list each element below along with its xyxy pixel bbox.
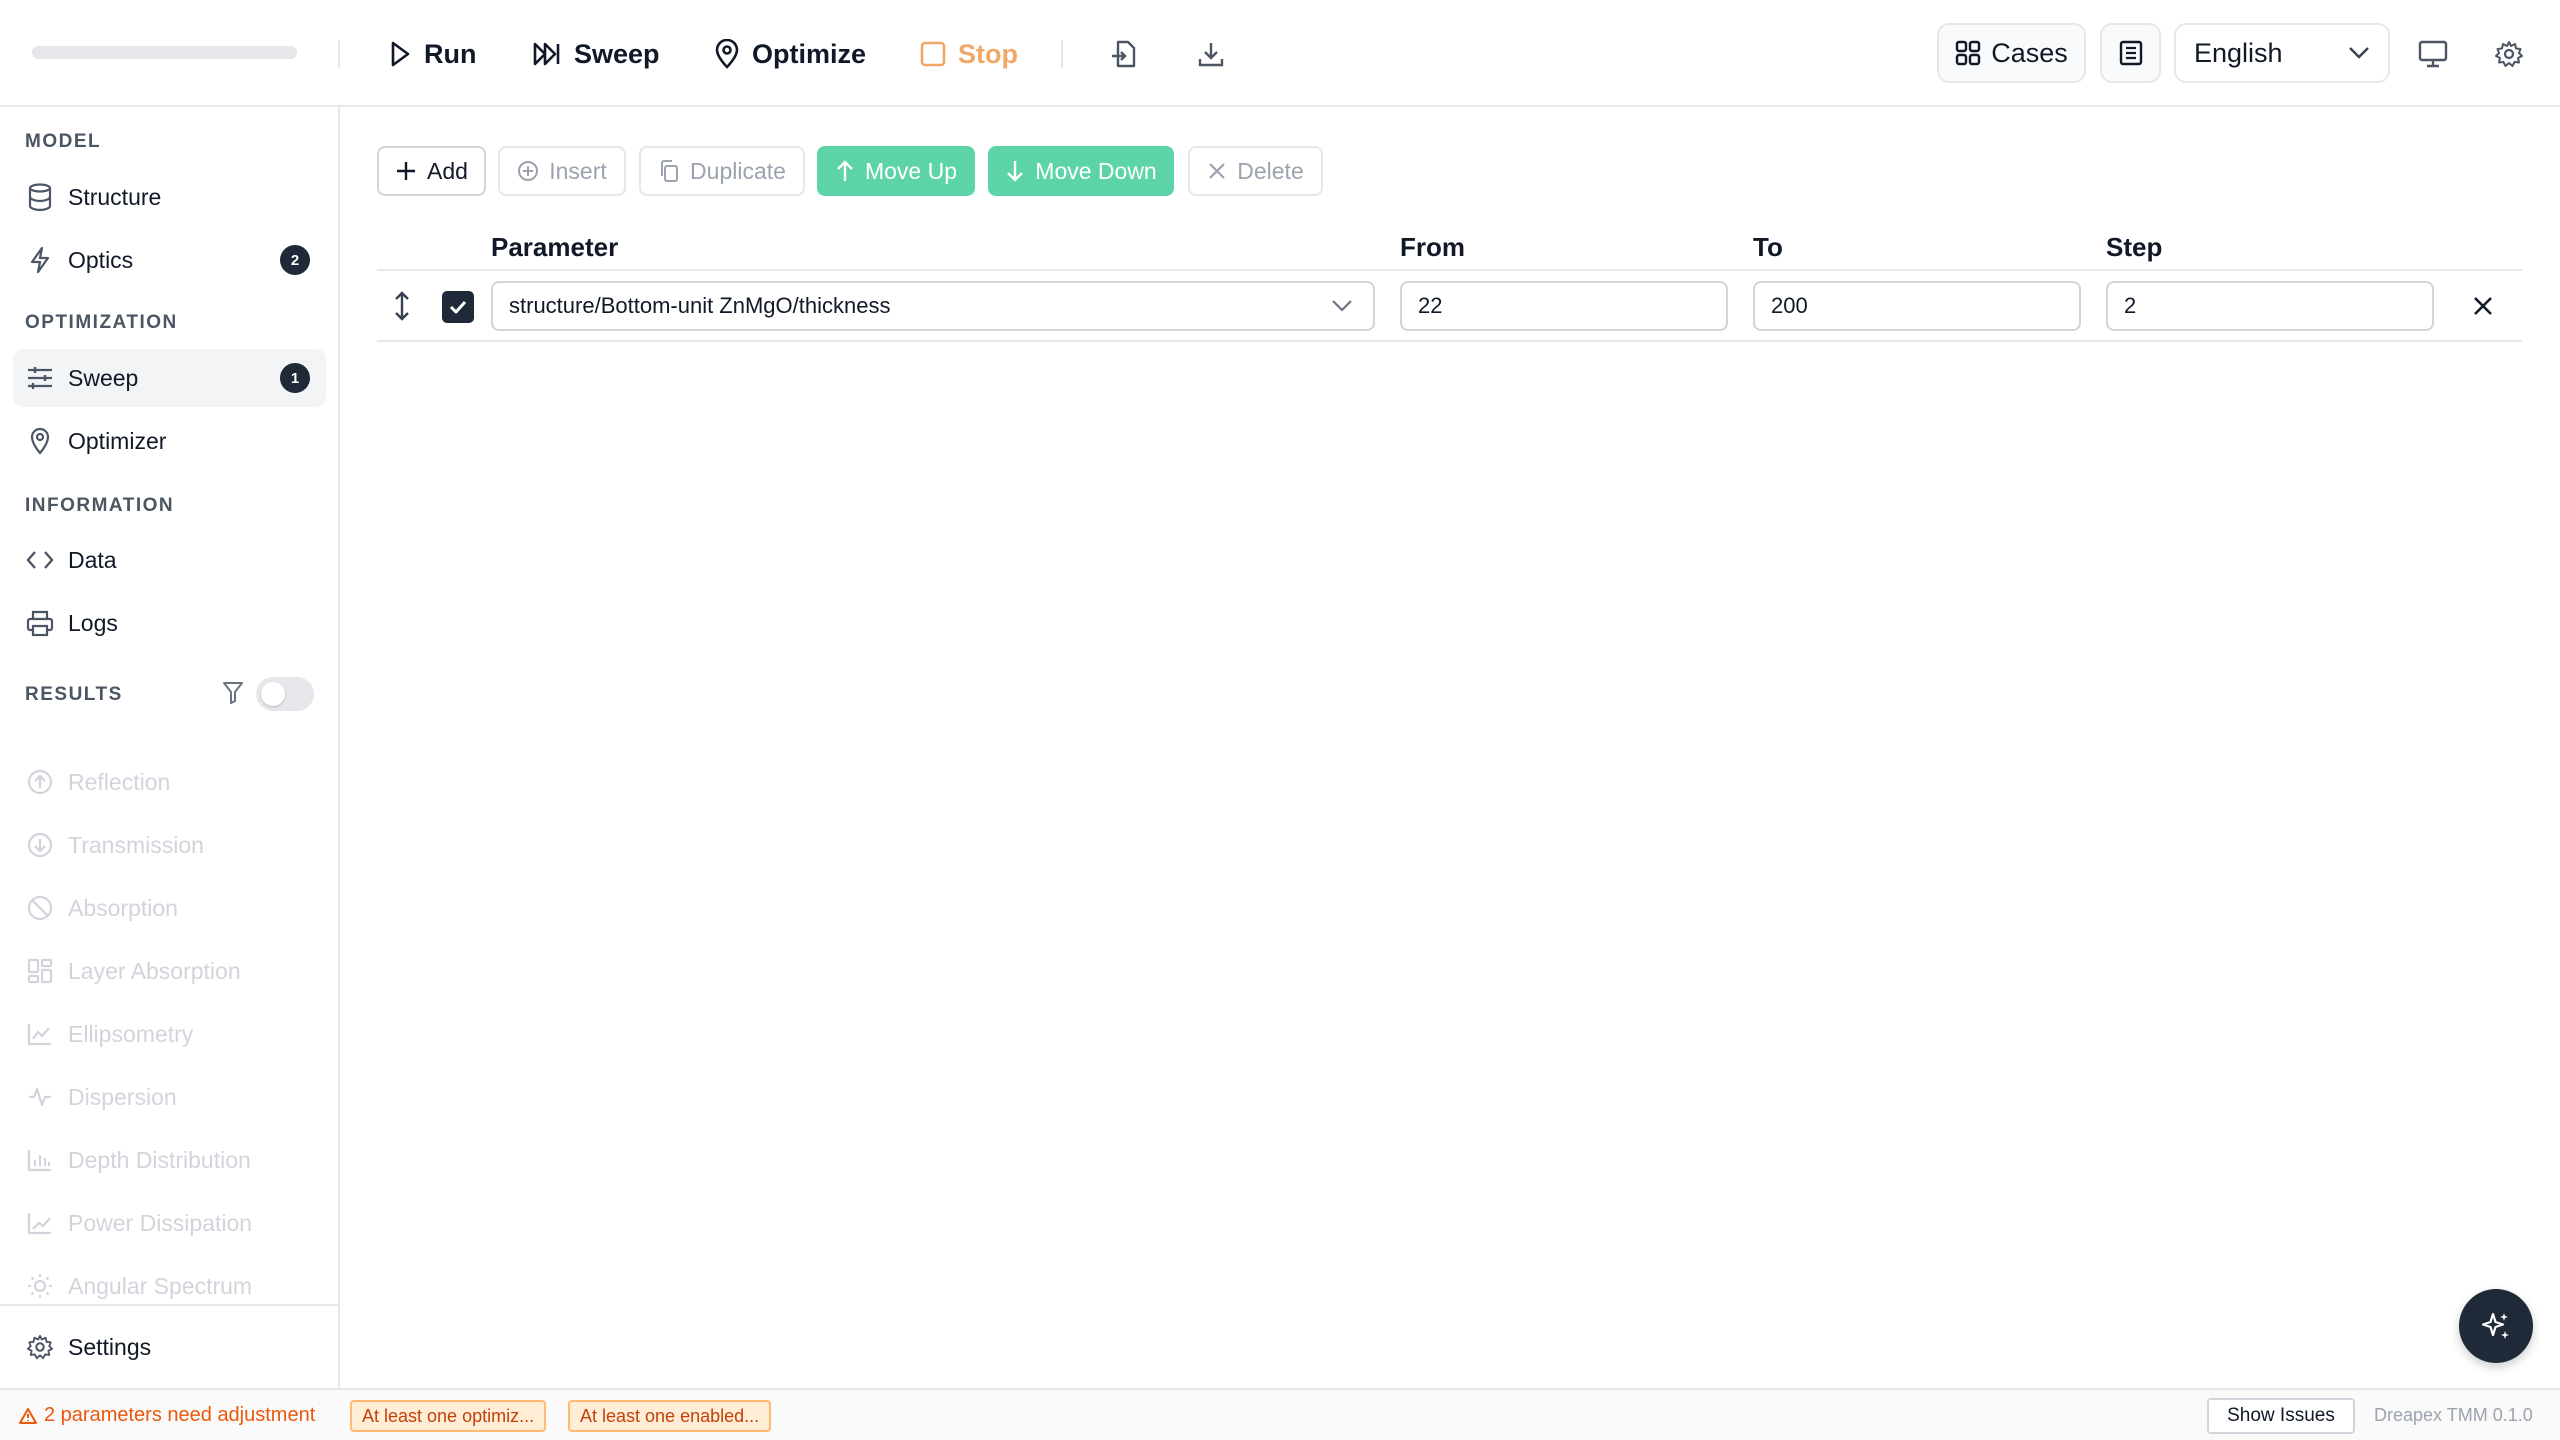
section-title-optimization: OPTIMIZATION bbox=[25, 312, 178, 333]
activity-icon bbox=[26, 1083, 54, 1111]
sidebar-item-sweep[interactable]: Sweep 1 bbox=[13, 349, 326, 407]
plus-circle-icon bbox=[517, 160, 539, 182]
results-filter-toggle[interactable] bbox=[256, 677, 314, 711]
table-row-divider bbox=[377, 340, 2522, 342]
parameter-select[interactable]: structure/Bottom-unit ZnMgO/thickness bbox=[491, 281, 1375, 331]
square-icon bbox=[920, 41, 946, 67]
version-label: Dreapex TMM 0.1.0 bbox=[2374, 1405, 2533, 1425]
move-down-button[interactable]: Move Down bbox=[988, 146, 1174, 196]
sidebar-item-dispersion: Dispersion bbox=[13, 1068, 326, 1126]
progress-bar bbox=[32, 46, 297, 59]
warning-chip[interactable]: At least one optimiz... bbox=[350, 1400, 547, 1432]
sliders-icon bbox=[26, 364, 54, 392]
trend-chart-icon bbox=[26, 1209, 54, 1237]
add-button[interactable]: Add bbox=[377, 146, 486, 196]
sidebar-item-structure[interactable]: Structure bbox=[13, 168, 326, 226]
bar-chart-icon bbox=[26, 1146, 54, 1174]
toolbar-divider bbox=[338, 40, 340, 68]
import-file-icon[interactable] bbox=[1102, 32, 1146, 76]
duplicate-button[interactable]: Duplicate bbox=[639, 146, 805, 196]
sidebar-item-optics[interactable]: Optics 2 bbox=[13, 231, 326, 289]
warning-triangle-icon bbox=[18, 1407, 38, 1425]
code-icon bbox=[26, 546, 54, 574]
arrow-up-icon bbox=[835, 159, 855, 183]
sidebar-item-layer-absorption: Layer Absorption bbox=[13, 942, 326, 1000]
step-input[interactable]: 2 bbox=[2106, 281, 2434, 331]
status-bar: 2 parameters need adjustment At least on… bbox=[0, 1388, 2560, 1440]
toolbar-divider bbox=[1061, 40, 1063, 68]
from-input[interactable]: 22 bbox=[1400, 281, 1728, 331]
skip-forward-icon bbox=[532, 40, 562, 68]
warning-message[interactable]: 2 parameters need adjustment bbox=[18, 1404, 315, 1427]
document-icon bbox=[2119, 40, 2143, 66]
language-select[interactable]: English bbox=[2174, 23, 2390, 83]
sidebar-footer: Settings bbox=[0, 1304, 338, 1388]
column-header-to: To bbox=[1753, 232, 1783, 262]
table-header-divider bbox=[377, 269, 2522, 271]
sparkles-icon bbox=[2479, 1309, 2513, 1343]
plus-icon bbox=[395, 160, 417, 182]
show-issues-button[interactable]: Show Issues bbox=[2207, 1398, 2355, 1434]
warning-chip[interactable]: At least one enabled... bbox=[568, 1400, 772, 1432]
sidebar-item-transmission: Transmission bbox=[13, 816, 326, 874]
optics-count-badge: 2 bbox=[280, 245, 310, 275]
play-icon bbox=[388, 40, 412, 68]
arrow-down-icon bbox=[1005, 159, 1025, 183]
section-title-information: INFORMATION bbox=[25, 495, 175, 516]
column-header-parameter: Parameter bbox=[491, 232, 619, 262]
printer-icon bbox=[26, 609, 54, 637]
sun-icon bbox=[26, 1272, 54, 1300]
move-up-button[interactable]: Move Up bbox=[817, 146, 975, 196]
sidebar-item-settings[interactable]: Settings bbox=[13, 1318, 326, 1376]
sidebar-item-reflection: Reflection bbox=[13, 753, 326, 811]
grid-icon bbox=[1955, 40, 1981, 66]
sidebar-item-optimizer[interactable]: Optimizer bbox=[13, 412, 326, 470]
row-enabled-checkbox[interactable] bbox=[442, 291, 474, 323]
run-button[interactable]: Run bbox=[388, 30, 476, 78]
arrow-down-circle-icon bbox=[26, 831, 54, 859]
to-input[interactable]: 200 bbox=[1753, 281, 2081, 331]
map-pin-icon bbox=[714, 39, 740, 69]
ban-icon bbox=[26, 894, 54, 922]
lightning-icon bbox=[26, 246, 54, 274]
copy-icon bbox=[658, 159, 680, 183]
stop-button[interactable]: Stop bbox=[920, 30, 1018, 78]
top-toolbar: Run Sweep Optimize Stop Cases English bbox=[0, 0, 2560, 107]
gear-icon bbox=[26, 1333, 54, 1361]
arrow-up-circle-icon bbox=[26, 768, 54, 796]
layout-icon bbox=[26, 957, 54, 985]
monitor-icon[interactable] bbox=[2411, 32, 2455, 76]
filter-icon[interactable] bbox=[222, 681, 244, 705]
notes-button[interactable] bbox=[2100, 23, 2161, 83]
sweep-count-badge: 1 bbox=[280, 363, 310, 393]
sidebar-item-absorption: Absorption bbox=[13, 879, 326, 937]
sidebar-item-ellipsometry: Ellipsometry bbox=[13, 1005, 326, 1063]
x-icon bbox=[1207, 161, 1227, 181]
map-pin-icon bbox=[26, 427, 54, 455]
column-header-from: From bbox=[1400, 232, 1465, 262]
delete-button[interactable]: Delete bbox=[1188, 146, 1323, 196]
sidebar-item-logs[interactable]: Logs bbox=[13, 594, 326, 652]
sidebar-item-power-dissipation: Power Dissipation bbox=[13, 1194, 326, 1252]
optimize-button[interactable]: Optimize bbox=[714, 30, 866, 78]
chevron-down-icon bbox=[2348, 46, 2370, 60]
sidebar-item-depth-distribution: Depth Distribution bbox=[13, 1131, 326, 1189]
remove-row-icon[interactable] bbox=[2472, 295, 2494, 317]
sweep-button[interactable]: Sweep bbox=[532, 30, 660, 78]
download-icon[interactable] bbox=[1189, 32, 1233, 76]
toggle-knob bbox=[261, 682, 285, 706]
sidebar: MODEL Structure Optics 2 OPTIMIZATION Sw… bbox=[0, 107, 340, 1388]
sidebar-item-data[interactable]: Data bbox=[13, 531, 326, 589]
column-header-step: Step bbox=[2106, 232, 2163, 262]
drag-handle-icon[interactable] bbox=[390, 290, 414, 322]
section-title-model: MODEL bbox=[25, 131, 102, 152]
cases-button[interactable]: Cases bbox=[1937, 23, 2086, 83]
database-icon bbox=[26, 183, 54, 211]
insert-button[interactable]: Insert bbox=[498, 146, 626, 196]
area-chart-icon bbox=[26, 1020, 54, 1048]
chevron-down-icon bbox=[1331, 299, 1353, 313]
gear-icon[interactable] bbox=[2487, 32, 2531, 76]
ai-assistant-button[interactable] bbox=[2459, 1289, 2533, 1363]
section-title-results: RESULTS bbox=[25, 684, 123, 705]
